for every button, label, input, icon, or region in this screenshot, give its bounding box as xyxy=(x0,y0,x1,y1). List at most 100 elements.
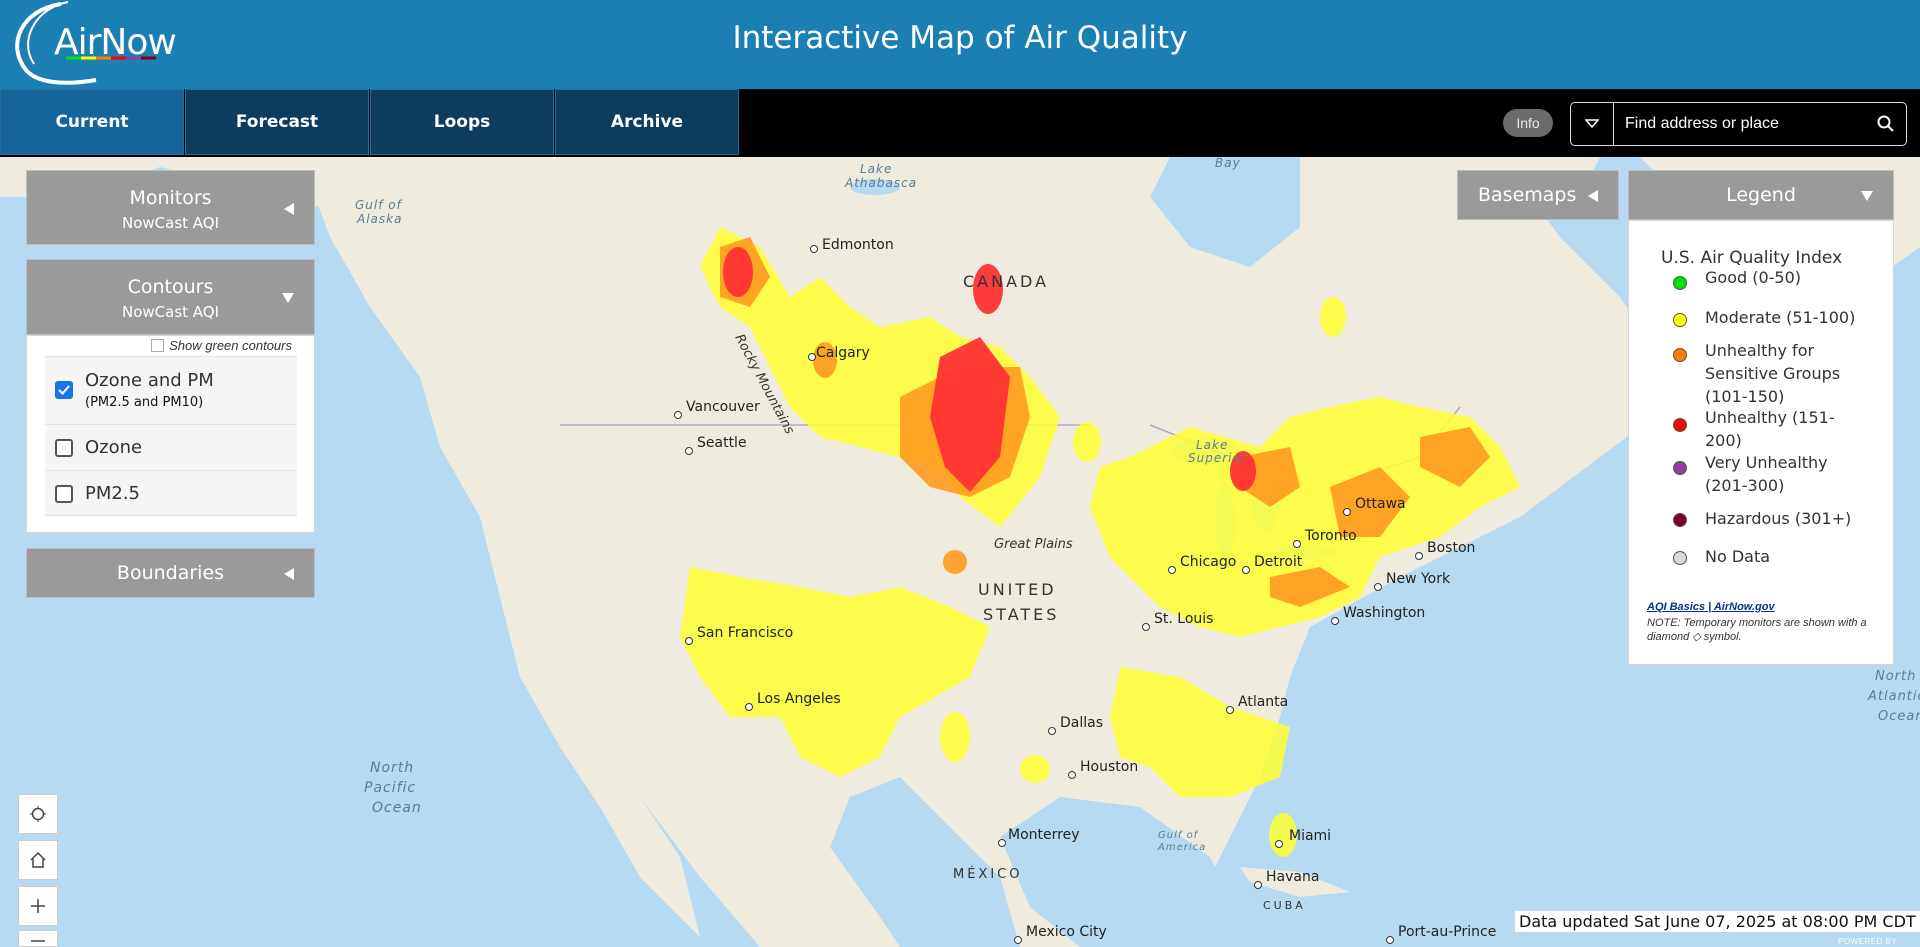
tab-archive[interactable]: Archive xyxy=(555,89,739,155)
basemaps-panel-header[interactable]: Basemaps xyxy=(1457,170,1619,220)
legend-color-swatch xyxy=(1673,313,1687,327)
contour-option-ozone[interactable]: Ozone xyxy=(45,424,297,470)
collapse-arrow-icon xyxy=(284,568,294,580)
city-marker xyxy=(1343,508,1351,516)
option-sublabel: (PM2.5 and PM10) xyxy=(85,395,204,410)
zoom-in-button[interactable] xyxy=(18,886,58,926)
legend-panel-header[interactable]: Legend xyxy=(1628,170,1894,220)
legend-label: Very Unhealthy (201-300) xyxy=(1705,453,1828,495)
locate-icon xyxy=(30,806,46,822)
contour-option-pm25[interactable]: PM2.5 xyxy=(45,470,297,516)
green-contours-label: Show green contours xyxy=(169,338,292,353)
tab-loops[interactable]: Loops xyxy=(370,89,554,155)
water-label-7: North xyxy=(370,760,414,776)
city-marker xyxy=(1374,583,1382,591)
search-source-dropdown[interactable] xyxy=(1571,103,1614,145)
city-label: Dallas xyxy=(1060,715,1103,731)
contours-panel-header[interactable]: Contours NowCast AQI xyxy=(26,259,315,335)
contours-subtitle: NowCast AQI xyxy=(121,303,220,321)
legend-color-swatch xyxy=(1673,348,1687,362)
city-marker xyxy=(1048,727,1056,735)
legend-color-swatch xyxy=(1673,461,1687,475)
water-label-1: Alaska xyxy=(356,212,402,226)
locate-button[interactable] xyxy=(18,794,58,834)
water-label-0: Gulf of xyxy=(355,198,403,212)
city-marker xyxy=(1331,617,1339,625)
city-label: Chicago xyxy=(1180,554,1236,570)
legend-label: Unhealthy (151-200) xyxy=(1705,408,1835,450)
home-button[interactable] xyxy=(18,840,58,880)
city-label: Toronto xyxy=(1304,528,1357,544)
option-label: PM2.5 xyxy=(85,483,141,504)
expand-arrow-icon xyxy=(282,293,294,303)
page-title: Interactive Map of Air Quality xyxy=(732,20,1188,56)
checkbox-ozone-pm[interactable] xyxy=(55,381,73,399)
contours-panel-body: Show green contours Ozone and PM (PM2.5 … xyxy=(26,335,315,533)
monitors-subtitle: NowCast AQI xyxy=(121,214,220,232)
legend-panel-body: U.S. Air Quality Index Good (0-50) Modera… xyxy=(1628,220,1894,665)
city-marker xyxy=(1014,936,1022,944)
city-label: Calgary xyxy=(816,345,870,361)
city-label: Los Angeles xyxy=(757,691,841,707)
info-button[interactable]: Info xyxy=(1503,109,1553,137)
green-contours-checkbox[interactable] xyxy=(151,339,165,352)
legend-label: Moderate (51-100) xyxy=(1705,308,1856,327)
water-label-9: Ocean xyxy=(372,800,422,816)
checkbox-ozone[interactable] xyxy=(55,439,73,457)
city-marker xyxy=(808,353,816,361)
data-updated-label: Data updated Sat June 07, 2025 at 08:00 … xyxy=(1515,911,1920,932)
aqi-unhealthy-bc xyxy=(723,247,753,297)
city-marker xyxy=(1142,623,1150,631)
city-marker xyxy=(1242,566,1250,574)
water-label-3: Athabasca xyxy=(844,176,917,190)
city-label: St. Louis xyxy=(1154,611,1213,627)
aqi-usg-montana xyxy=(943,550,967,574)
city-marker xyxy=(1386,936,1394,944)
city-marker xyxy=(1226,706,1234,714)
powered-by-label: POWERED BY xyxy=(1838,937,1898,946)
search-input[interactable]: Find address or place xyxy=(1625,103,1779,145)
legend-color-swatch xyxy=(1673,418,1687,432)
aqi-moderate-plains xyxy=(940,712,970,762)
legend-color-swatch xyxy=(1673,551,1687,565)
site-header: AirNow Interactive Map of Air Quality xyxy=(0,0,1920,89)
boundaries-panel-header[interactable]: Boundaries xyxy=(26,548,315,598)
legend-note: NOTE: Temporary monitors are shown with … xyxy=(1647,617,1867,643)
boundaries-title: Boundaries xyxy=(116,562,225,584)
monitors-panel-header[interactable]: Monitors NowCast AQI xyxy=(26,170,315,245)
water-label-13: Atlantic xyxy=(1867,689,1920,704)
region-label-cuba: CUBA xyxy=(1263,899,1306,912)
chevron-down-icon xyxy=(1585,119,1599,129)
legend-label: Hazardous (301+) xyxy=(1705,509,1852,528)
water-label-11: America xyxy=(1157,842,1206,853)
region-label-states: STATES xyxy=(983,605,1059,624)
tab-forecast[interactable]: Forecast xyxy=(185,89,369,155)
zoom-out-button[interactable] xyxy=(18,930,58,947)
checkbox-pm25[interactable] xyxy=(55,485,73,503)
show-green-contours-toggle[interactable]: Show green contours xyxy=(151,338,292,353)
city-marker xyxy=(685,637,693,645)
option-label: Ozone and PM xyxy=(85,370,214,391)
legend-color-swatch xyxy=(1673,276,1687,290)
legend-label: Unhealthy for Sensitive Groups (101-150) xyxy=(1705,341,1841,406)
contour-option-ozone-pm[interactable]: Ozone and PM (PM2.5 and PM10) xyxy=(45,356,297,424)
city-marker xyxy=(1254,881,1262,889)
water-label-2: Lake xyxy=(860,162,892,176)
basemaps-title: Basemaps xyxy=(1478,184,1577,206)
city-marker xyxy=(1275,840,1283,848)
minus-icon xyxy=(31,940,45,942)
legend-title: Legend xyxy=(1726,184,1796,206)
city-label: Atlanta xyxy=(1238,694,1288,710)
region-label-mexico: MÉXICO xyxy=(953,866,1022,882)
aqi-basics-link[interactable]: AQI Basics | AirNow.gov xyxy=(1647,601,1775,613)
city-marker xyxy=(1293,540,1301,548)
city-label: Seattle xyxy=(697,435,747,451)
nav-bar: Current Forecast Loops Archive Info Find… xyxy=(0,89,1920,157)
city-label: Edmonton xyxy=(822,237,894,253)
city-label: Monterrey xyxy=(1008,827,1079,843)
collapse-arrow-icon xyxy=(1588,190,1598,202)
search-icon[interactable] xyxy=(1876,114,1896,134)
city-label: Washington xyxy=(1343,605,1425,621)
region-label-great-plains: Great Plains xyxy=(994,537,1073,552)
tab-current[interactable]: Current xyxy=(0,89,184,155)
